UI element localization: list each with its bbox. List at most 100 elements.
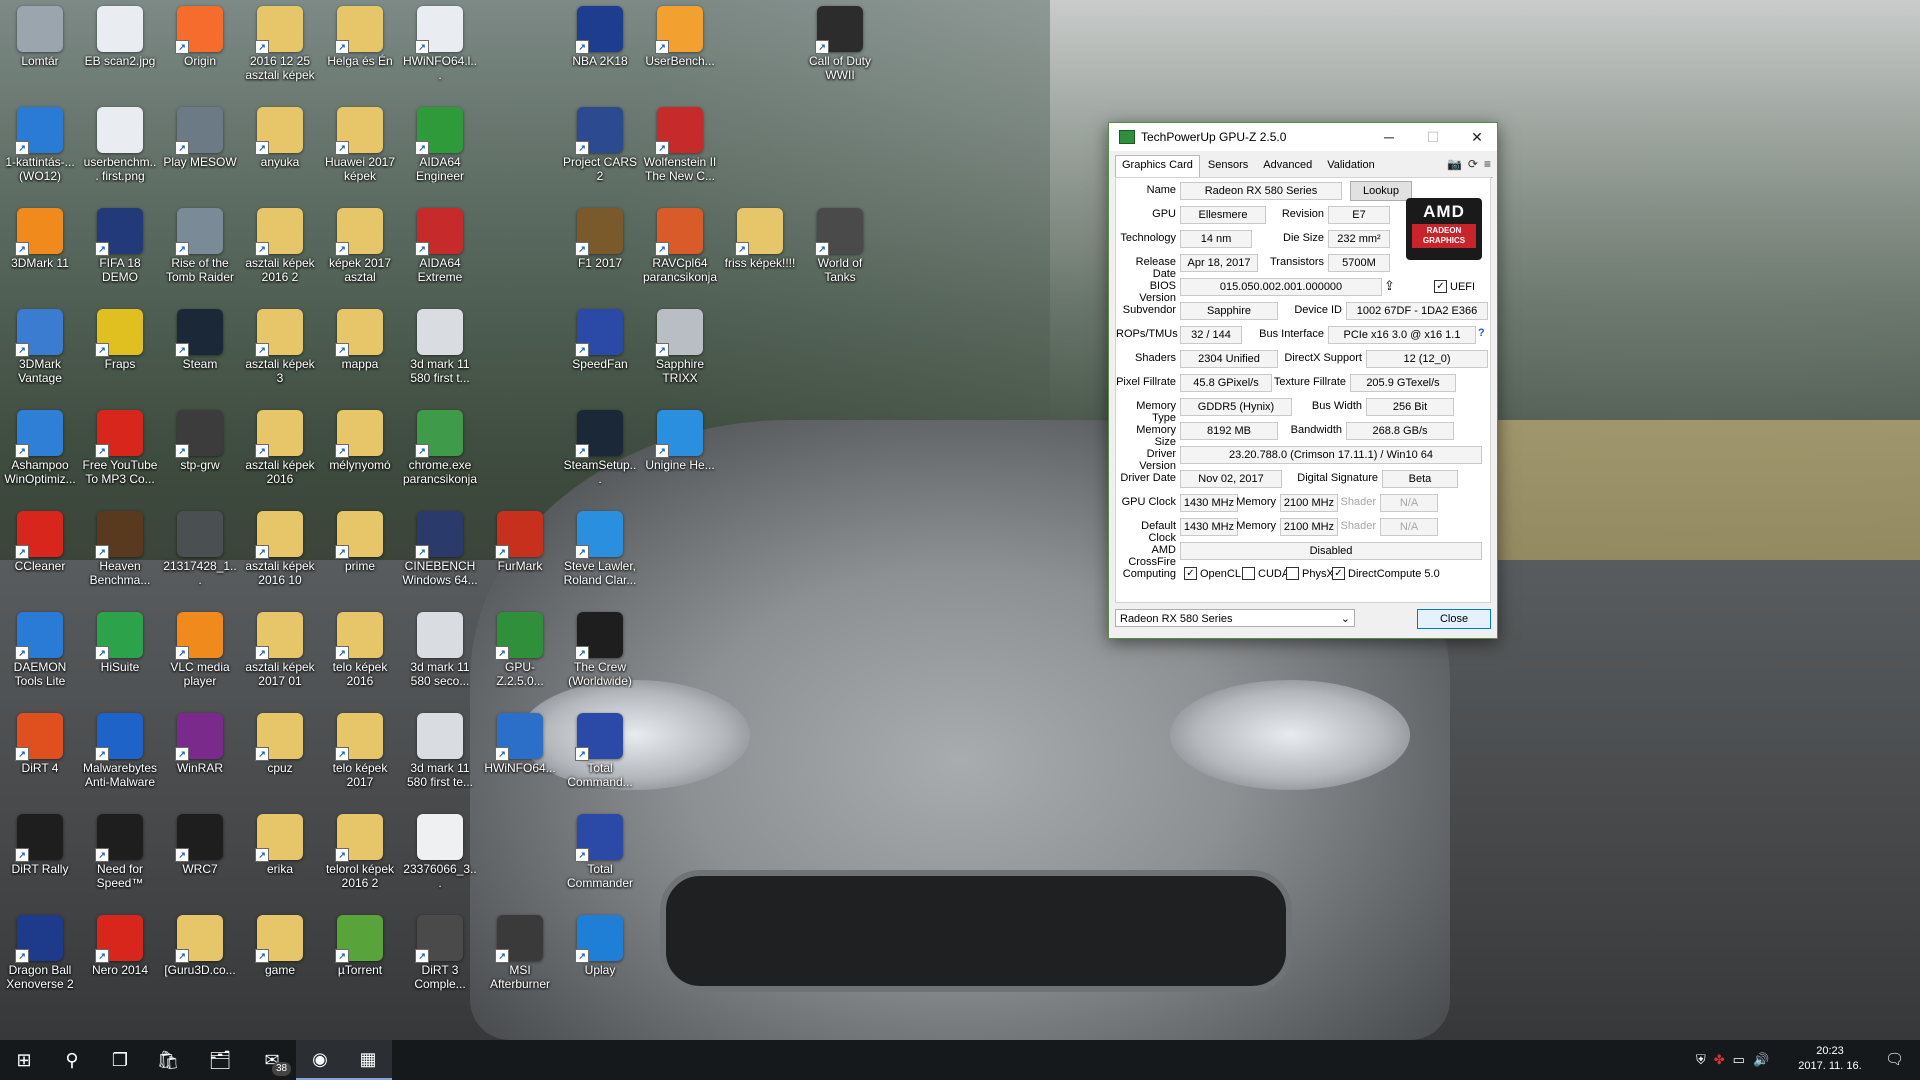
desktop-icon[interactable]: ↗ WinRAR: [162, 709, 238, 805]
refresh-icon[interactable]: ⟳: [1468, 157, 1478, 171]
physx-checkbox[interactable]: PhysX: [1286, 567, 1334, 580]
desktop-icon[interactable]: ↗ mélynyomó: [322, 406, 398, 502]
desktop-icon[interactable]: ↗ Malwarebytes Anti-Malware: [82, 709, 158, 805]
desktop-icon[interactable]: ↗ Need for Speed™: [82, 810, 158, 906]
desktop-icon[interactable]: ↗ FIFA 18 DEMO: [82, 204, 158, 300]
desktop-icon[interactable]: ↗ telorol képek 2016 2: [322, 810, 398, 906]
desktop-icon[interactable]: ↗ UserBench...: [642, 2, 718, 98]
desktop-icon[interactable]: ↗ mappa: [322, 305, 398, 401]
app-tray-icon[interactable]: ✤: [1714, 1052, 1725, 1068]
cuda-checkbox[interactable]: CUDA: [1242, 567, 1289, 580]
desktop-icon[interactable]: ↗ Ashampoo WinOptimiz...: [2, 406, 78, 502]
minimize-button[interactable]: ─: [1369, 123, 1409, 151]
chrome-button[interactable]: ◉: [296, 1040, 344, 1080]
desktop-icon[interactable]: ↗ Sapphire TRIXX: [642, 305, 718, 401]
desktop-icon[interactable]: ↗ Wolfenstein II The New C...: [642, 103, 718, 199]
desktop-icon[interactable]: ↗ 3DMark Vantage: [2, 305, 78, 401]
desktop-icon[interactable]: ↗ WRC7: [162, 810, 238, 906]
desktop-icon[interactable]: ↗ Unigine He...: [642, 406, 718, 502]
desktop-icon[interactable]: ↗ AIDA64 Extreme: [402, 204, 478, 300]
desktop-icon[interactable]: ↗ Dragon Ball Xenoverse 2: [2, 911, 78, 1007]
desktop-icon[interactable]: 3d mark 11 580 first t...: [402, 305, 478, 401]
desktop-icon[interactable]: ↗ asztali képek 2016: [242, 406, 318, 502]
desktop-icon[interactable]: ↗ VLC media player: [162, 608, 238, 704]
desktop-icon[interactable]: Lomtár: [2, 2, 78, 98]
desktop-icon[interactable]: ↗ game: [242, 911, 318, 1007]
desktop-icon[interactable]: ↗ µTorrent: [322, 911, 398, 1007]
desktop-icon[interactable]: ↗ Fraps: [82, 305, 158, 401]
desktop-icon[interactable]: ↗ telo képek 2016: [322, 608, 398, 704]
close-button[interactable]: Close: [1417, 609, 1491, 629]
desktop-icon[interactable]: ↗ The Crew (Worldwide): [562, 608, 638, 704]
desktop-icon[interactable]: ↗ F1 2017: [562, 204, 638, 300]
tab-sensors[interactable]: Sensors: [1201, 155, 1255, 177]
desktop-icon[interactable]: ↗ Free YouTube To MP3 Co...: [82, 406, 158, 502]
desktop-icon[interactable]: ↗ DiRT Rally: [2, 810, 78, 906]
desktop-icon[interactable]: ↗ NBA 2K18: [562, 2, 638, 98]
opencl-checkbox-box[interactable]: ✓: [1184, 567, 1197, 580]
desktop-icon[interactable]: ↗ AIDA64 Engineer: [402, 103, 478, 199]
store-button[interactable]: 🛍: [144, 1040, 192, 1080]
physx-checkbox-box[interactable]: [1286, 567, 1299, 580]
tab-graphics-card[interactable]: Graphics Card: [1115, 155, 1200, 177]
desktop-icon[interactable]: ↗ erika: [242, 810, 318, 906]
desktop-icon[interactable]: ↗ HWiNFO64...: [482, 709, 558, 805]
desktop-icon[interactable]: ↗ World of Tanks: [802, 204, 878, 300]
desktop-icon[interactable]: ↗ 1-kattintás-... (WO12): [2, 103, 78, 199]
desktop-icon[interactable]: ↗ SteamSetup...: [562, 406, 638, 502]
desktop-icon[interactable]: ↗ RAVCpl64 parancsikonja: [642, 204, 718, 300]
desktop-icon[interactable]: ↗ Origin: [162, 2, 238, 98]
desktop-icon[interactable]: ↗ Steam: [162, 305, 238, 401]
share-icon[interactable]: ⇪: [1384, 278, 1395, 294]
desktop-icon[interactable]: ↗ MSI Afterburner: [482, 911, 558, 1007]
desktop-icon[interactable]: ↗ Heaven Benchma...: [82, 507, 158, 603]
gpuz-titlebar[interactable]: TechPowerUp GPU-Z 2.5.0 ─ ☐ ✕: [1109, 123, 1497, 151]
desktop-icon[interactable]: ↗ chrome.exe parancsikonja: [402, 406, 478, 502]
desktop-icon[interactable]: 23376066_3...: [402, 810, 478, 906]
desktop-icon[interactable]: ↗ Uplay: [562, 911, 638, 1007]
uefi-checkbox[interactable]: ✓ UEFI: [1434, 280, 1475, 293]
search-button[interactable]: ⚲: [48, 1040, 96, 1080]
desktop-icon[interactable]: ↗ Project CARS 2: [562, 103, 638, 199]
desktop-icon[interactable]: 3d mark 11 580 first te...: [402, 709, 478, 805]
desktop-icon[interactable]: ↗ stp-grw: [162, 406, 238, 502]
camera-icon[interactable]: 📷: [1447, 157, 1462, 171]
desktop-icon[interactable]: ↗ CINEBENCH Windows 64...: [402, 507, 478, 603]
desktop-icon[interactable]: ↗ 2016 12 25 asztali képek: [242, 2, 318, 98]
desktop-icon[interactable]: ↗ asztali képek 3: [242, 305, 318, 401]
desktop-icon[interactable]: ↗ képek 2017 asztal: [322, 204, 398, 300]
desktop-icon[interactable]: ↗ DiRT 3 Comple...: [402, 911, 478, 1007]
volume-icon[interactable]: 🔊: [1753, 1052, 1769, 1068]
desktop-icon[interactable]: ↗ prime: [322, 507, 398, 603]
desktop-icon[interactable]: ↗ 3DMark 11: [2, 204, 78, 300]
desktop-icon[interactable]: userbenchm... first.png: [82, 103, 158, 199]
desktop-icon[interactable]: 21317428_1...: [162, 507, 238, 603]
directcompute-checkbox-box[interactable]: ✓: [1332, 567, 1345, 580]
notification-icon[interactable]: 🗨: [1885, 1050, 1904, 1068]
desktop-icon[interactable]: ↗ Steve Lawler, Roland Clar...: [562, 507, 638, 603]
gpuz-taskbar-button[interactable]: ▦: [344, 1040, 392, 1080]
desktop-icon[interactable]: ↗ Call of Duty WWII: [802, 2, 878, 98]
uefi-checkbox-box[interactable]: ✓: [1434, 280, 1447, 293]
opencl-checkbox[interactable]: ✓ OpenCL: [1184, 567, 1241, 580]
menu-icon[interactable]: ≡: [1484, 157, 1491, 171]
clock[interactable]: 20:23 2017. 11. 16.: [1794, 1044, 1866, 1074]
gpu-select-dropdown[interactable]: Radeon RX 580 Series ⌄: [1115, 609, 1355, 627]
desktop-icon[interactable]: ↗ SpeedFan: [562, 305, 638, 401]
desktop-icon[interactable]: ↗ GPU-Z.2.5.0...: [482, 608, 558, 704]
desktop-icon[interactable]: ↗ HWiNFO64.l...: [402, 2, 478, 98]
desktop-icon[interactable]: ↗ Play MESOW: [162, 103, 238, 199]
desktop-icon[interactable]: ↗ FurMark: [482, 507, 558, 603]
desktop-icon[interactable]: ↗ asztali képek 2016 10: [242, 507, 318, 603]
cuda-checkbox-box[interactable]: [1242, 567, 1255, 580]
bus-help-icon[interactable]: ?: [1478, 327, 1485, 339]
desktop-icon[interactable]: ↗ Total Commander: [562, 810, 638, 906]
desktop-icon[interactable]: ↗ cpuz: [242, 709, 318, 805]
directcompute-checkbox[interactable]: ✓ DirectCompute 5.0: [1332, 567, 1440, 580]
desktop-icon[interactable]: ↗ [Guru3D.co...: [162, 911, 238, 1007]
tab-validation[interactable]: Validation: [1320, 155, 1382, 177]
desktop-icon[interactable]: ↗ Helga és Én: [322, 2, 398, 98]
close-window-button[interactable]: ✕: [1457, 123, 1497, 151]
maximize-button[interactable]: ☐: [1413, 123, 1453, 151]
tab-advanced[interactable]: Advanced: [1256, 155, 1319, 177]
